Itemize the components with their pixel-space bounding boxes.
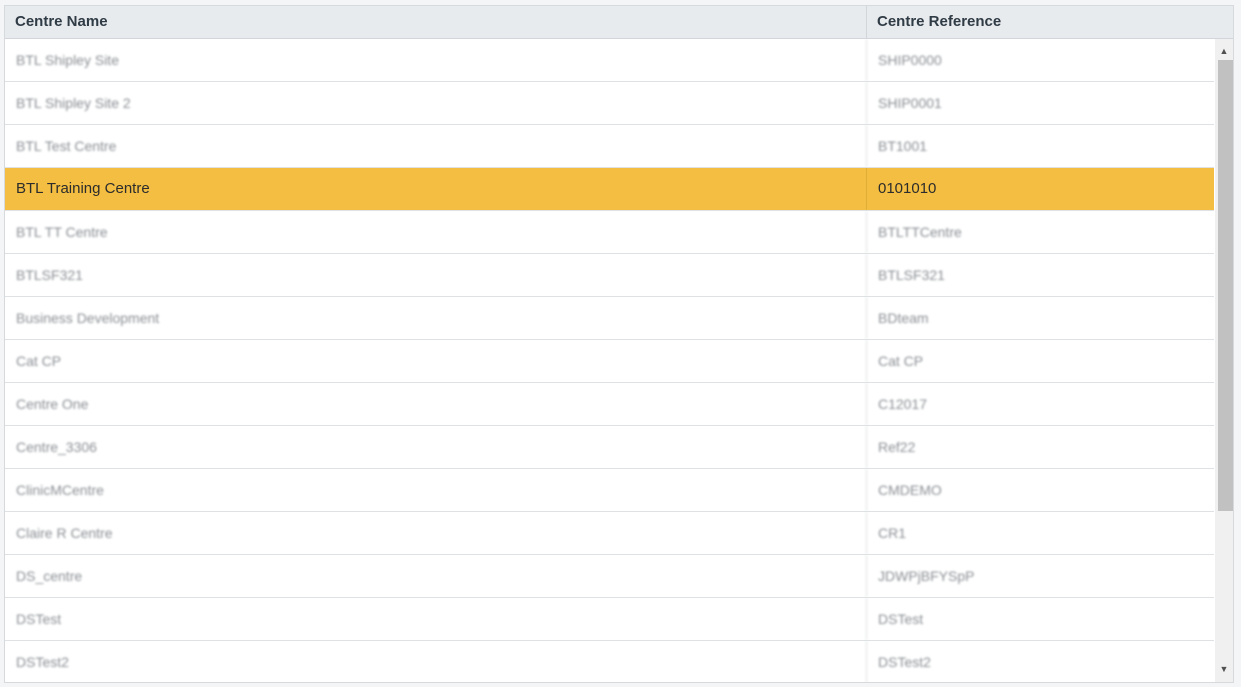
table-row[interactable]: Business Development BDteam	[5, 297, 1214, 340]
centre-reference-cell: CMDEMO	[878, 482, 942, 498]
centre-reference-cell: SHIP0000	[878, 52, 942, 68]
table-row[interactable]: Centre One C12017	[5, 383, 1214, 426]
centre-name-cell: ClinicMCentre	[5, 469, 867, 511]
centre-name-cell: Claire R Centre	[5, 512, 867, 554]
centre-reference-cell: DSTest2	[878, 654, 931, 670]
grid-header: Centre Name Centre Reference	[5, 6, 1233, 39]
table-row[interactable]: ClinicMCentre CMDEMO	[5, 469, 1214, 512]
centres-grid: Centre Name Centre Reference BTL Shipley…	[4, 5, 1234, 683]
centre-name-cell: BTLSF321	[5, 254, 867, 296]
table-row[interactable]: Cat CP Cat CP	[5, 340, 1214, 383]
centre-reference-cell: 0101010	[878, 180, 937, 197]
table-row[interactable]: DSTest DSTest	[5, 598, 1214, 641]
centre-reference-cell: SHIP0001	[878, 95, 942, 111]
centre-reference-cell: BT1001	[878, 138, 928, 154]
centre-name-cell: Centre_3306	[5, 426, 867, 468]
table-row[interactable]: Claire R Centre CR1	[5, 512, 1214, 555]
centre-name-cell: DS_centre	[5, 555, 867, 597]
column-header-centre-name[interactable]: Centre Name	[5, 6, 867, 38]
centre-reference-cell: BTLSF321	[878, 267, 945, 283]
centre-name-cell: BTL Shipley Site 2	[5, 82, 867, 124]
table-row-selected[interactable]: BTL Training Centre 0101010	[5, 168, 1214, 211]
centre-reference-cell: BDteam	[878, 310, 929, 326]
centre-reference-cell: DSTest	[878, 611, 924, 627]
table-row[interactable]: BTL Shipley Site 2 SHIP0001	[5, 82, 1214, 125]
centre-reference-cell: Cat CP	[878, 353, 924, 369]
scroll-up-icon[interactable]: ▲	[1215, 43, 1233, 60]
centre-reference-cell: C12017	[878, 396, 928, 412]
table-row[interactable]: BTL Shipley Site SHIP0000	[5, 39, 1214, 82]
table-row[interactable]: BTLSF321 BTLSF321	[5, 254, 1214, 297]
centre-reference-cell: Ref22	[878, 439, 916, 455]
centre-reference-cell: JDWPjBFYSpP	[878, 568, 975, 584]
centre-name-cell: DSTest	[5, 598, 867, 640]
centre-name-cell: DSTest2	[5, 641, 867, 682]
vertical-scrollbar[interactable]: ▲ ▼	[1215, 39, 1233, 682]
table-row[interactable]: BTL Test Centre BT1001	[5, 125, 1214, 168]
centre-name-cell: Business Development	[5, 297, 867, 339]
table-row[interactable]: BTL TT Centre BTLTTCentre	[5, 211, 1214, 254]
centre-name-cell: Centre One	[5, 383, 867, 425]
scrollbar-thumb[interactable]	[1218, 60, 1233, 511]
centre-name-cell: BTL TT Centre	[5, 211, 867, 253]
table-row[interactable]: DS_centre JDWPjBFYSpP	[5, 555, 1214, 598]
table-row[interactable]: DSTest2 DSTest2	[5, 641, 1214, 682]
centre-reference-cell: BTLTTCentre	[878, 224, 962, 240]
table-row[interactable]: Centre_3306 Ref22	[5, 426, 1214, 469]
centre-name-cell: BTL Shipley Site	[5, 39, 867, 81]
grid-body: BTL Shipley Site SHIP0000 BTL Shipley Site…	[5, 39, 1214, 682]
centre-reference-cell: CR1	[878, 525, 907, 541]
column-header-centre-reference[interactable]: Centre Reference	[867, 6, 1233, 38]
centre-name-cell: BTL Test Centre	[5, 125, 867, 167]
centre-name-cell: BTL Training Centre	[5, 168, 867, 210]
centre-name-cell: Cat CP	[5, 340, 867, 382]
scroll-down-icon[interactable]: ▼	[1215, 661, 1233, 678]
